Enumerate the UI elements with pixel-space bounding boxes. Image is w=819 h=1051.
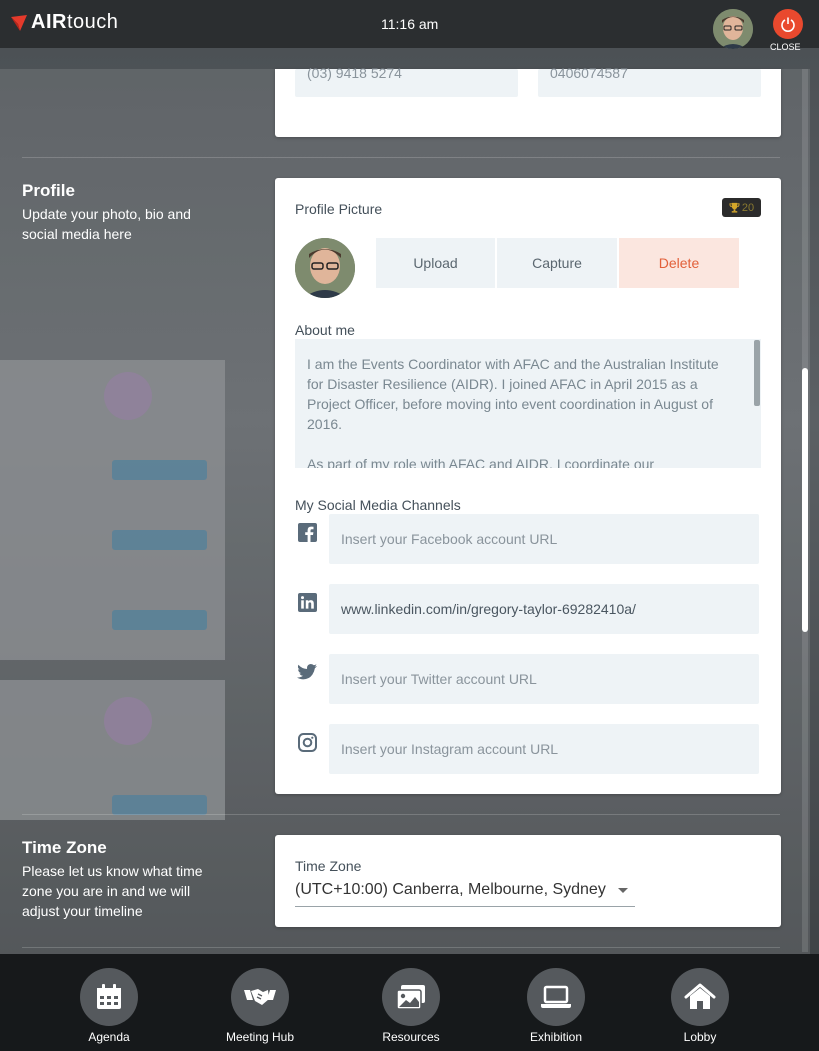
points-value: 20	[741, 201, 755, 214]
nav-agenda-label: Agenda	[88, 1030, 130, 1044]
phone-field[interactable]: (03) 9418 5274	[295, 66, 518, 97]
section-divider	[22, 157, 780, 158]
timezone-section-description: Please let us know what time zone you ar…	[22, 863, 203, 919]
logo-bold-text: AIR	[31, 11, 67, 33]
facebook-url-input[interactable]: Insert your Facebook account URL	[329, 514, 759, 564]
home-icon	[684, 983, 716, 1009]
nav-exhibition[interactable]: Exhibition	[506, 968, 606, 1044]
close-label: CLOSE	[770, 42, 801, 52]
timezone-select[interactable]: (UTC+10:00) Canberra, Melbourne, Sydney	[295, 881, 635, 907]
timezone-field-label: Time Zone	[295, 858, 362, 874]
timezone-section-title: Time Zone	[22, 838, 107, 857]
trophy-icon	[729, 202, 740, 213]
profile-section-description: Update your photo, bio and social media …	[22, 206, 191, 242]
clock: 11:16 am	[381, 16, 439, 32]
scrollbar-thumb[interactable]	[802, 368, 808, 632]
social-media-label: My Social Media Channels	[295, 497, 461, 513]
twitter-url-input[interactable]: Insert your Twitter account URL	[329, 654, 759, 704]
nav-lobby-label: Lobby	[683, 1030, 717, 1044]
nav-exhibition-label: Exhibition	[529, 1030, 583, 1044]
laptop-icon	[541, 985, 571, 1008]
instagram-icon	[297, 732, 317, 752]
power-icon	[781, 17, 795, 32]
profile-picture-label: Profile Picture	[295, 201, 383, 217]
images-icon	[396, 985, 425, 1010]
chevron-down-icon[interactable]	[618, 888, 628, 893]
upload-button[interactable]: Upload	[376, 238, 495, 288]
linkedin-icon	[297, 592, 317, 612]
mobile-field[interactable]: 0406074587	[538, 66, 761, 97]
close-button[interactable]	[773, 9, 803, 39]
nav-lobby[interactable]: Lobby	[650, 968, 750, 1044]
delete-button[interactable]: Delete	[619, 238, 739, 288]
logo-mark-icon	[11, 14, 27, 31]
facebook-icon	[297, 522, 317, 542]
nav-agenda[interactable]: Agenda	[59, 968, 159, 1044]
about-me-textarea[interactable]: I am the Events Coordinator with AFAC an…	[295, 339, 761, 468]
linkedin-url-input[interactable]: www.linkedin.com/in/gregory-taylor-69282…	[329, 584, 759, 634]
about-paragraph-2: As part of my role with AFAC and AIDR, I…	[307, 456, 655, 468]
nav-resources[interactable]: Resources	[361, 968, 461, 1044]
section-divider	[22, 947, 780, 948]
logo-thin-text: touch	[66, 11, 119, 33]
about-scrollbar-thumb[interactable]	[754, 340, 760, 406]
calendar-icon	[97, 984, 121, 1009]
about-me-label: About me	[295, 322, 355, 338]
about-paragraph-1: I am the Events Coordinator with AFAC an…	[307, 356, 719, 432]
profile-avatar	[295, 238, 355, 298]
nav-meeting-hub[interactable]: Meeting Hub	[210, 968, 310, 1044]
points-badge: 20	[722, 198, 761, 217]
top-bar: AIRtouch 11:16 am CLOSE	[0, 0, 819, 52]
nav-resources-label: Resources	[382, 1030, 440, 1044]
twitter-icon	[297, 662, 317, 682]
airtouch-logo[interactable]: AIRtouch	[10, 11, 118, 34]
capture-button[interactable]: Capture	[497, 238, 617, 288]
instagram-url-input[interactable]: Insert your Instagram account URL	[329, 724, 759, 774]
nav-meeting-hub-label: Meeting Hub	[225, 1030, 295, 1044]
user-avatar[interactable]	[713, 9, 753, 49]
handshake-icon	[244, 989, 276, 1005]
profile-section-title: Profile	[22, 181, 75, 200]
section-divider	[22, 814, 780, 815]
